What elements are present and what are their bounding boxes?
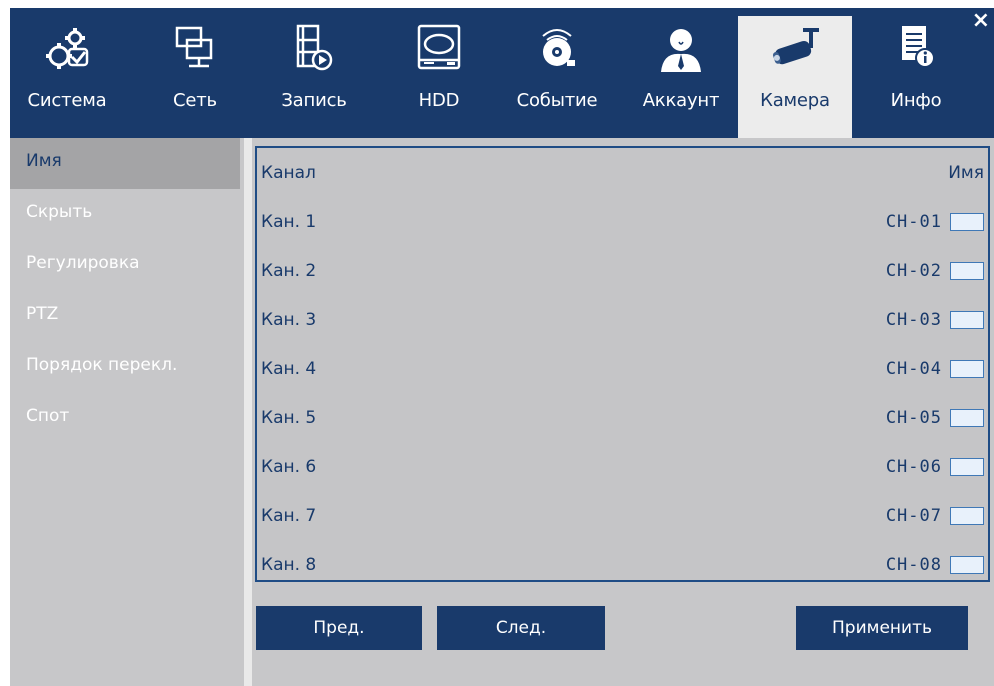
tab-label: Сеть: [173, 90, 217, 111]
channel-name-value[interactable]: CH-01: [886, 212, 942, 232]
channel-label: Кан. 6: [261, 456, 317, 477]
table-row: Кан. 1 CH-01: [257, 197, 988, 246]
header-channel: Канал: [261, 162, 316, 183]
close-icon[interactable]: ×: [972, 10, 990, 32]
tab-label: Запись: [281, 90, 347, 111]
header-name: Имя: [948, 162, 984, 183]
table-header: Канал Имя: [257, 148, 988, 197]
channel-name-value[interactable]: CH-05: [886, 408, 942, 428]
table-row: Кан. 6 CH-06: [257, 442, 988, 491]
table-row: Кан. 4 CH-04: [257, 344, 988, 393]
info-icon: [902, 26, 935, 68]
table-row: Кан. 8 CH-08: [257, 540, 988, 589]
sidebar-item-hide[interactable]: Скрыть: [10, 189, 240, 240]
keyboard-icon[interactable]: [950, 408, 984, 427]
tab-camera[interactable]: Камера: [738, 16, 852, 138]
tab-label: Аккаунт: [642, 90, 720, 111]
keyboard-icon[interactable]: [950, 555, 984, 574]
sidebar: Имя Скрыть Регулировка PTZ Порядок перек…: [10, 138, 240, 686]
keyboard-icon[interactable]: [950, 457, 984, 476]
tab-info[interactable]: Инфо: [866, 20, 966, 138]
record-film-icon: [296, 24, 333, 71]
keyboard-icon[interactable]: [950, 506, 984, 525]
next-button[interactable]: След.: [437, 606, 605, 650]
tab-hdd[interactable]: HDD: [394, 20, 484, 138]
name-cell[interactable]: CH-05: [886, 408, 988, 428]
user-icon: [661, 29, 701, 72]
name-cell[interactable]: CH-04: [886, 359, 988, 379]
table-row: Кан. 2 CH-02: [257, 246, 988, 295]
name-cell[interactable]: CH-08: [886, 555, 988, 575]
keyboard-icon[interactable]: [950, 261, 984, 280]
gears-icon: [46, 28, 89, 69]
channel-name-table: Канал Имя Кан. 1 CH-01 Кан. 2 CH-02 Кан.…: [255, 146, 990, 582]
tab-network[interactable]: Сеть: [150, 20, 240, 138]
network-icon: [175, 26, 213, 68]
tab-label: Камера: [760, 90, 830, 111]
channel-label: Кан. 4: [261, 358, 317, 379]
settings-window: Система Сеть Запись HDD Событие Аккаунт …: [10, 8, 994, 686]
sidebar-divider: [244, 138, 252, 686]
channel-label: Кан. 8: [261, 554, 317, 575]
sidebar-item-switch-order[interactable]: Порядок перекл.: [10, 342, 240, 393]
keyboard-icon[interactable]: [950, 359, 984, 378]
tab-label: Событие: [516, 90, 598, 111]
channel-name-value[interactable]: CH-08: [886, 555, 942, 575]
tab-label: Инфо: [890, 90, 942, 111]
apply-button[interactable]: Применить: [796, 606, 968, 650]
name-cell[interactable]: CH-06: [886, 457, 988, 477]
sidebar-item-adjust[interactable]: Регулировка: [10, 240, 240, 291]
keyboard-icon[interactable]: [950, 310, 984, 329]
channel-label: Кан. 3: [261, 309, 317, 330]
name-cell[interactable]: CH-01: [886, 212, 988, 232]
channel-label: Кан. 5: [261, 407, 317, 428]
channel-name-value[interactable]: CH-04: [886, 359, 942, 379]
table-row: Кан. 7 CH-07: [257, 491, 988, 540]
tab-system[interactable]: Система: [12, 20, 122, 138]
sidebar-item-spot[interactable]: Спот: [10, 393, 240, 444]
name-cell[interactable]: CH-02: [886, 261, 988, 281]
table-row: Кан. 5 CH-05: [257, 393, 988, 442]
camera-icon: [773, 28, 819, 65]
alarm-icon: [542, 29, 575, 66]
tab-account[interactable]: Аккаунт: [626, 20, 736, 138]
tab-record[interactable]: Запись: [264, 20, 364, 138]
prev-button[interactable]: Пред.: [256, 606, 422, 650]
channel-name-value[interactable]: CH-03: [886, 310, 942, 330]
name-cell[interactable]: CH-07: [886, 506, 988, 526]
channel-label: Кан. 1: [261, 211, 317, 232]
name-cell[interactable]: CH-03: [886, 310, 988, 330]
channel-name-value[interactable]: CH-07: [886, 506, 942, 526]
hdd-icon: [417, 24, 461, 70]
top-menu-bar: Система Сеть Запись HDD Событие Аккаунт …: [10, 8, 994, 138]
channel-name-value[interactable]: CH-02: [886, 261, 942, 281]
table-row: Кан. 3 CH-03: [257, 295, 988, 344]
sidebar-item-ptz[interactable]: PTZ: [10, 291, 240, 342]
keyboard-icon[interactable]: [950, 212, 984, 231]
tab-label: HDD: [418, 90, 460, 111]
tab-event[interactable]: Событие: [502, 20, 612, 138]
channel-label: Кан. 7: [261, 505, 317, 526]
channel-label: Кан. 2: [261, 260, 317, 281]
tab-label: Система: [27, 90, 107, 111]
channel-name-value[interactable]: CH-06: [886, 457, 942, 477]
sidebar-item-name[interactable]: Имя: [10, 138, 240, 189]
